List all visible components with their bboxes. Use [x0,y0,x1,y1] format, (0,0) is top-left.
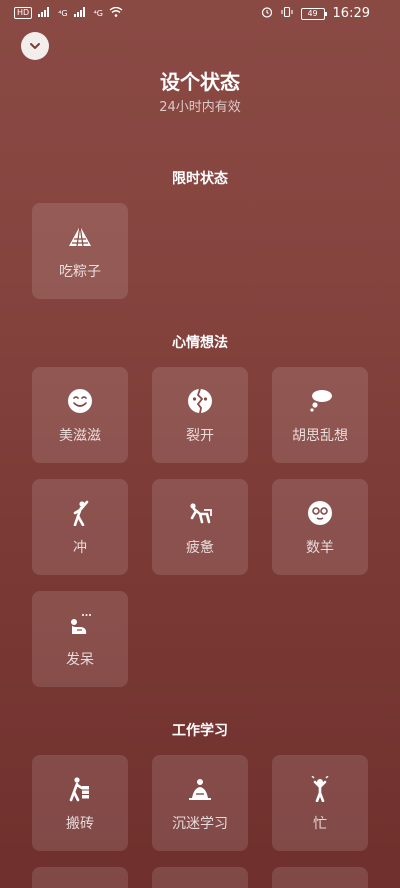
thought-bubble-icon [272,387,368,415]
status-tile-partial[interactable] [272,867,368,888]
status-tile-cracked[interactable]: 裂开 [152,367,248,463]
page-title: 设个状态 [160,70,240,94]
study-person-icon [152,775,248,803]
collapse-button[interactable] [21,32,49,60]
status-label: 吃粽子 [59,264,101,280]
smile-icon [32,387,128,415]
status-tile-daydream[interactable]: 胡思乱想 [272,367,368,463]
status-label: 疲惫 [186,540,214,556]
status-tile-daze[interactable]: 发呆 [32,591,128,687]
daze-person-icon [32,611,128,639]
status-label: 美滋滋 [59,428,101,444]
zongzi-icon [32,223,128,251]
vibrate-icon [280,6,293,21]
status-label: 发呆 [66,652,94,668]
network-type-1: ⁴G [58,8,68,18]
status-label: 数羊 [306,540,334,556]
network-type-2: ⁴G [93,8,103,18]
alarm-icon [261,6,273,21]
clock: 16:29 [332,6,370,21]
status-tile-happy[interactable]: 美滋滋 [32,367,128,463]
cracked-face-icon [152,387,248,415]
status-label: 冲 [73,540,87,556]
status-left: HD ⁴G ⁴G [14,6,123,20]
hd-indicator: HD [14,7,33,19]
status-bar: HD ⁴G ⁴G 49 16:29 [0,0,400,28]
status-label: 裂开 [186,428,214,444]
status-tile-eat-zongzi[interactable]: 吃粽子 [32,203,128,299]
status-label: 搬砖 [66,816,94,832]
status-tile-partial[interactable] [152,867,248,888]
status-tile-study[interactable]: 沉迷学习 [152,755,248,851]
status-tile-busy[interactable]: 忙 [272,755,368,851]
status-tile-partial[interactable] [32,867,128,888]
tired-person-icon [152,499,248,527]
page-subtitle: 24小时内有效 [159,100,241,115]
section-title-limited: 限时状态 [172,171,228,187]
status-tile-rush[interactable]: 冲 [32,479,128,575]
battery-indicator: 49 [300,7,327,20]
carry-bricks-icon [32,775,128,803]
signal-icon-2 [73,6,88,20]
sheep-icon [272,499,368,527]
section-title-mood: 心情想法 [172,335,228,351]
busy-person-icon [272,775,368,803]
chevron-down-icon [30,43,40,49]
status-tile-carry-bricks[interactable]: 搬砖 [32,755,128,851]
status-tile-tired[interactable]: 疲惫 [152,479,248,575]
section-title-work: 工作学习 [172,723,228,739]
rush-person-icon [32,499,128,527]
status-label: 沉迷学习 [172,816,228,832]
status-right: 49 16:29 [261,6,370,21]
signal-icon-1 [38,6,52,20]
status-tile-count-sheep[interactable]: 数羊 [272,479,368,575]
wifi-icon [109,6,123,20]
status-label: 忙 [313,816,327,832]
status-label: 胡思乱想 [292,428,348,444]
